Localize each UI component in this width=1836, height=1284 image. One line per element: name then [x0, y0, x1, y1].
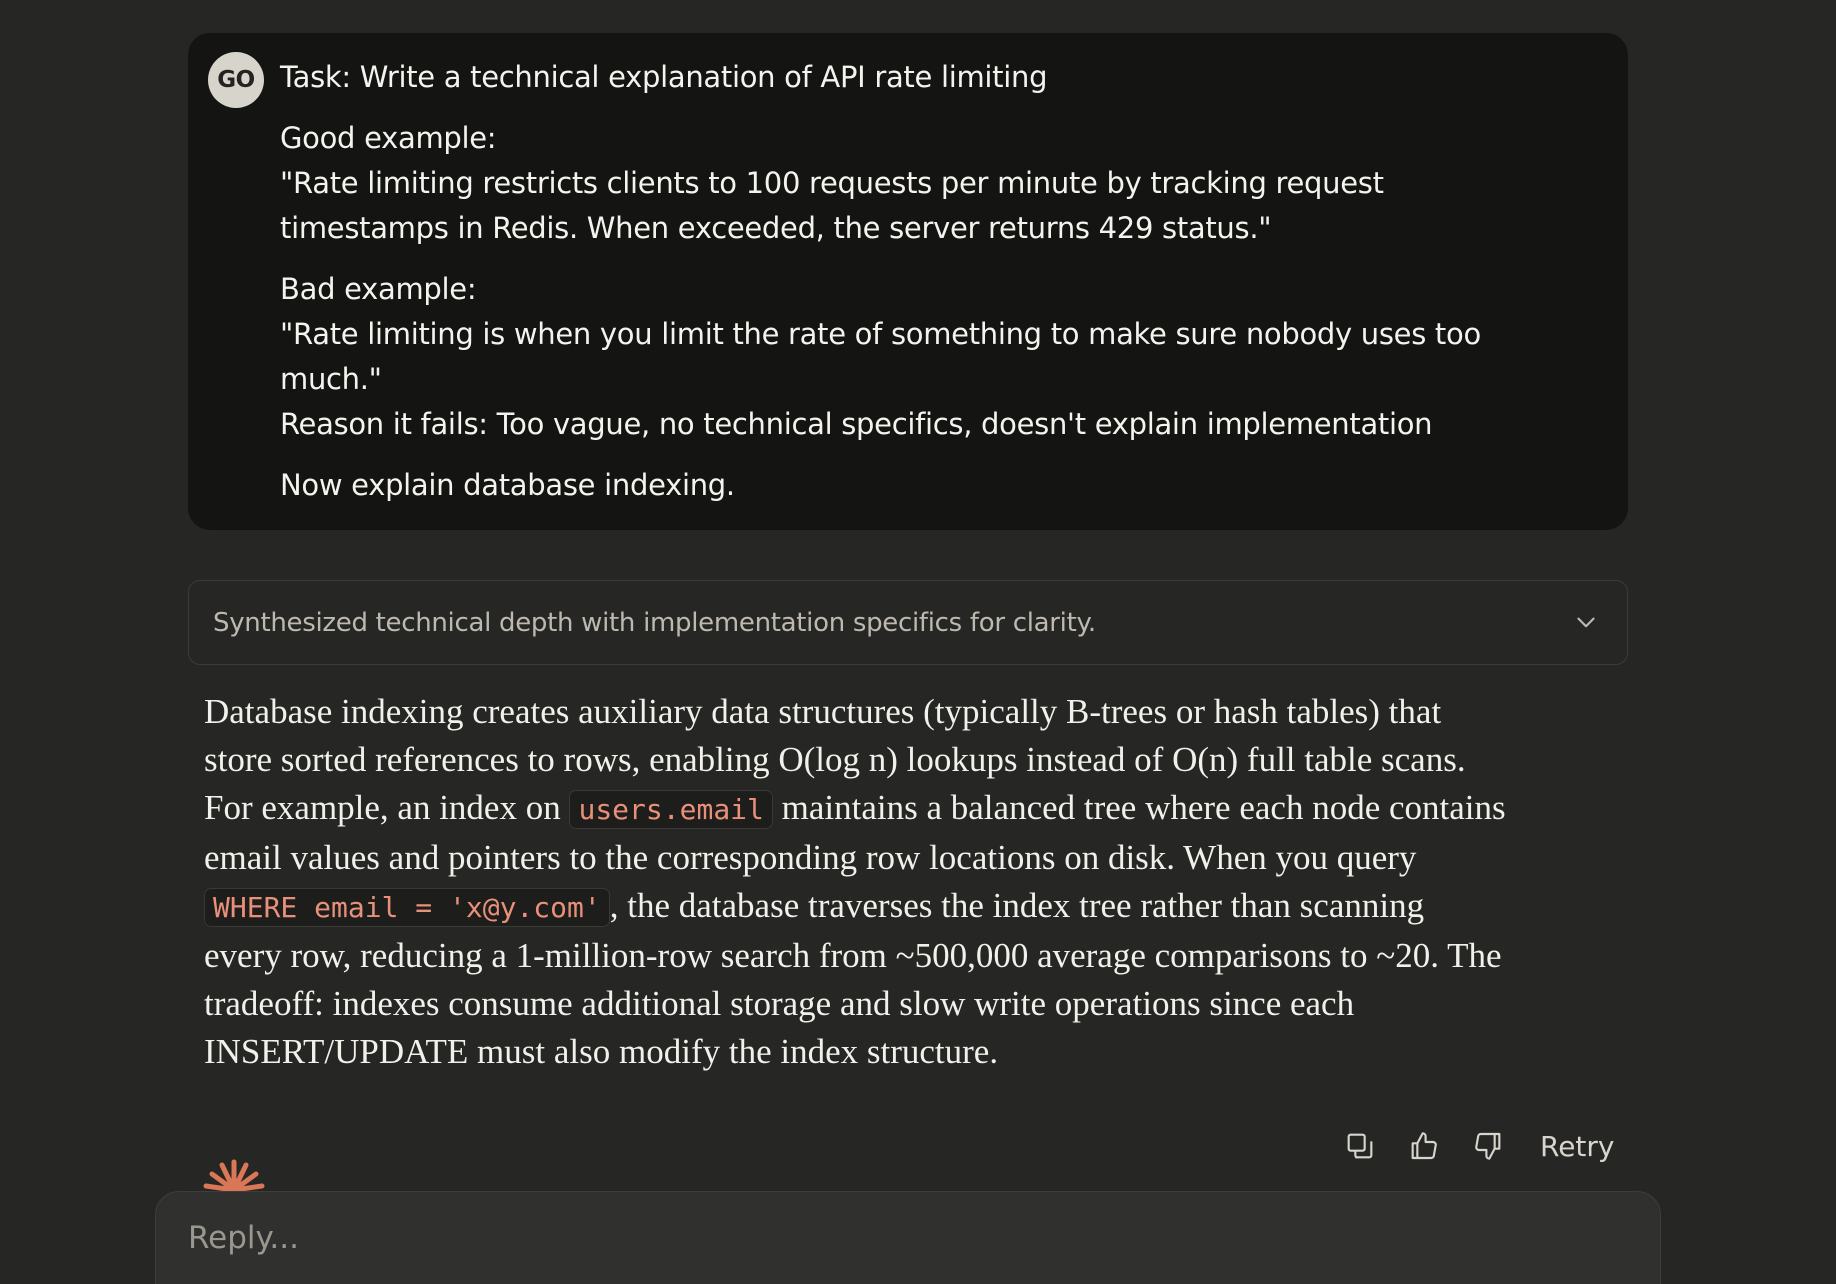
- response-line: INSERT/UPDATE must also modify the index…: [204, 1032, 999, 1071]
- reply-composer: [155, 1191, 1661, 1284]
- thumbs-up-icon: [1411, 1132, 1437, 1160]
- message-actions: Retry: [1340, 1126, 1614, 1166]
- response-line: every row, reducing a 1-million-row sear…: [204, 936, 1502, 975]
- chevron-down-icon[interactable]: [1573, 610, 1599, 636]
- bad-example-line: "Rate limiting is when you limit the rat…: [280, 317, 1481, 351]
- inline-code: WHERE email = 'x@y.com': [204, 888, 610, 927]
- user-message-text: Task: Write a technical explanation of A…: [280, 55, 1580, 508]
- user-message: GO Task: Write a technical explanation o…: [188, 33, 1628, 530]
- response-line: Database indexing creates auxiliary data…: [204, 692, 1442, 731]
- response-text: maintains a balanced tree where each nod…: [772, 788, 1506, 827]
- thinking-summary-text: Synthesized technical depth with impleme…: [213, 607, 1096, 638]
- thumbs-down-button[interactable]: [1468, 1126, 1508, 1166]
- bad-example-label: Bad example:: [280, 272, 477, 306]
- response-line: email values and pointers to the corresp…: [204, 838, 1417, 877]
- thumbs-up-button[interactable]: [1404, 1126, 1444, 1166]
- response-text: , the database traverses the index tree …: [609, 886, 1425, 925]
- reply-input[interactable]: [186, 1212, 1590, 1264]
- inline-code: users.email: [569, 790, 773, 829]
- retry-button[interactable]: Retry: [1540, 1130, 1614, 1163]
- response-text: For example, an index on: [204, 788, 570, 827]
- response-line: For example, an index on users.email mai…: [204, 784, 1604, 834]
- spark-icon: [203, 1159, 265, 1192]
- assistant-response: Database indexing creates auxiliary data…: [204, 688, 1604, 1076]
- good-example-line: timestamps in Redis. When exceeded, the …: [280, 211, 1272, 245]
- instruction-line: Now explain database indexing.: [280, 468, 735, 502]
- task-line: Task: Write a technical explanation of A…: [280, 60, 1048, 94]
- thinking-summary[interactable]: Synthesized technical depth with impleme…: [188, 580, 1628, 665]
- avatar[interactable]: GO: [208, 52, 264, 108]
- reason-line: Reason it fails: Too vague, no technical…: [280, 407, 1433, 441]
- response-line: store sorted references to rows, enablin…: [204, 740, 1466, 779]
- spark-logo-icon: [202, 1156, 266, 1192]
- response-line: WHERE email = 'x@y.com', the database tr…: [204, 882, 1604, 932]
- response-line: tradeoff: indexes consume additional sto…: [204, 984, 1355, 1023]
- copy-button[interactable]: [1340, 1126, 1380, 1166]
- good-example-line: "Rate limiting restricts clients to 100 …: [280, 166, 1384, 200]
- thumbs-down-icon: [1475, 1132, 1501, 1160]
- good-example-label: Good example:: [280, 121, 497, 155]
- copy-icon: [1347, 1133, 1373, 1159]
- bad-example-line: much.": [280, 362, 382, 396]
